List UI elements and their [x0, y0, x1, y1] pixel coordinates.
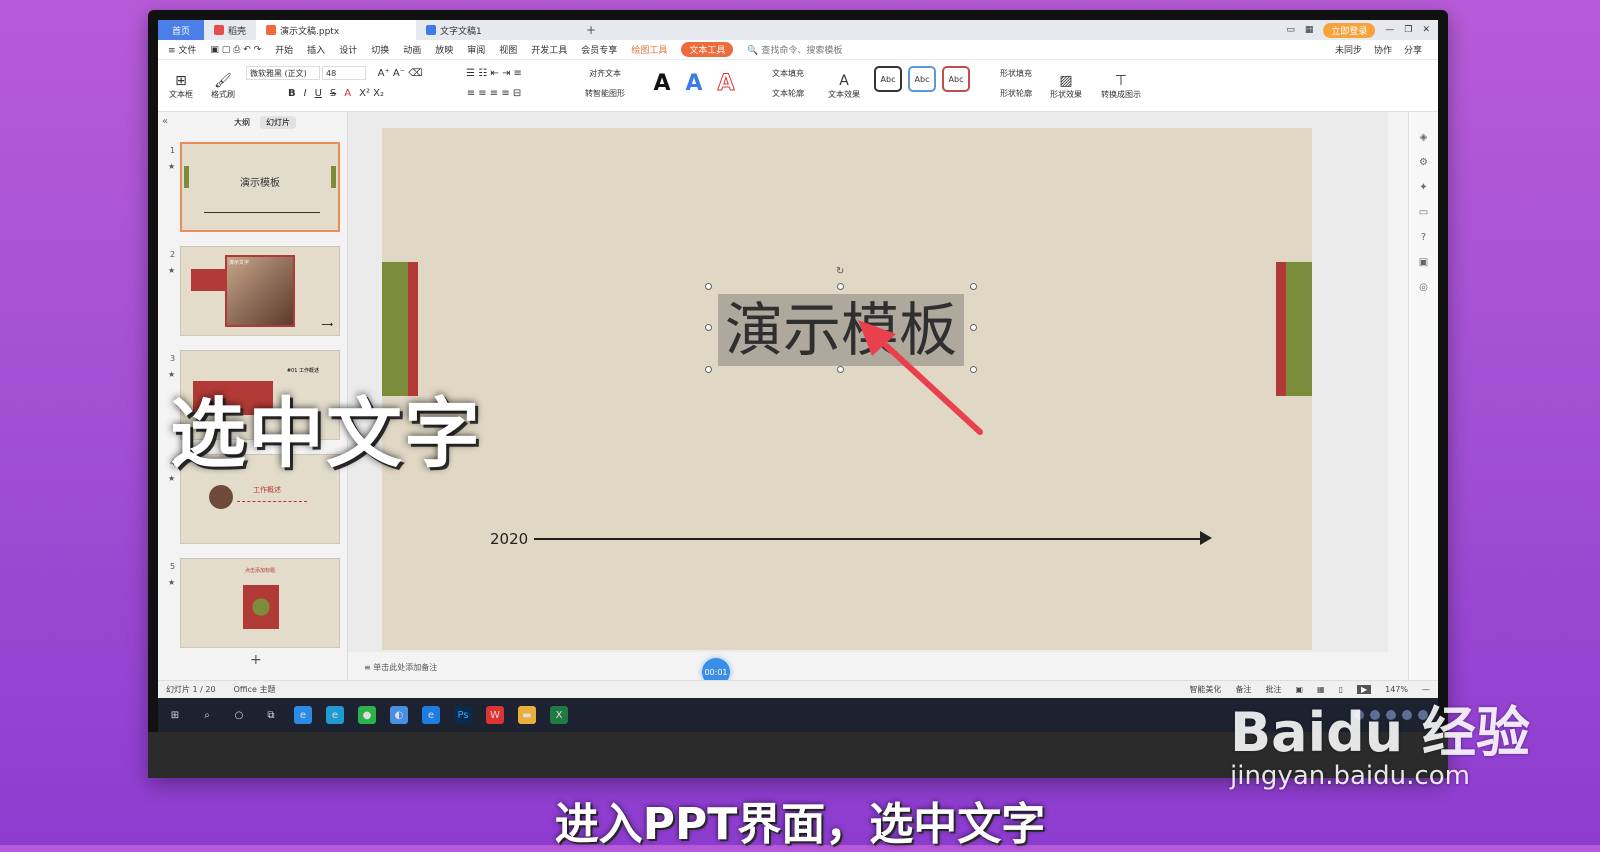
baidu-watermark: Baidu 经验 jingyan.baidu.com — [1230, 688, 1530, 791]
watermark-logo: Baidu 经验 — [1230, 701, 1531, 764]
video-subtitle: 进入PPT界面，选中文字 — [554, 799, 1046, 850]
overlay-caption: 选中文字 — [170, 389, 482, 478]
